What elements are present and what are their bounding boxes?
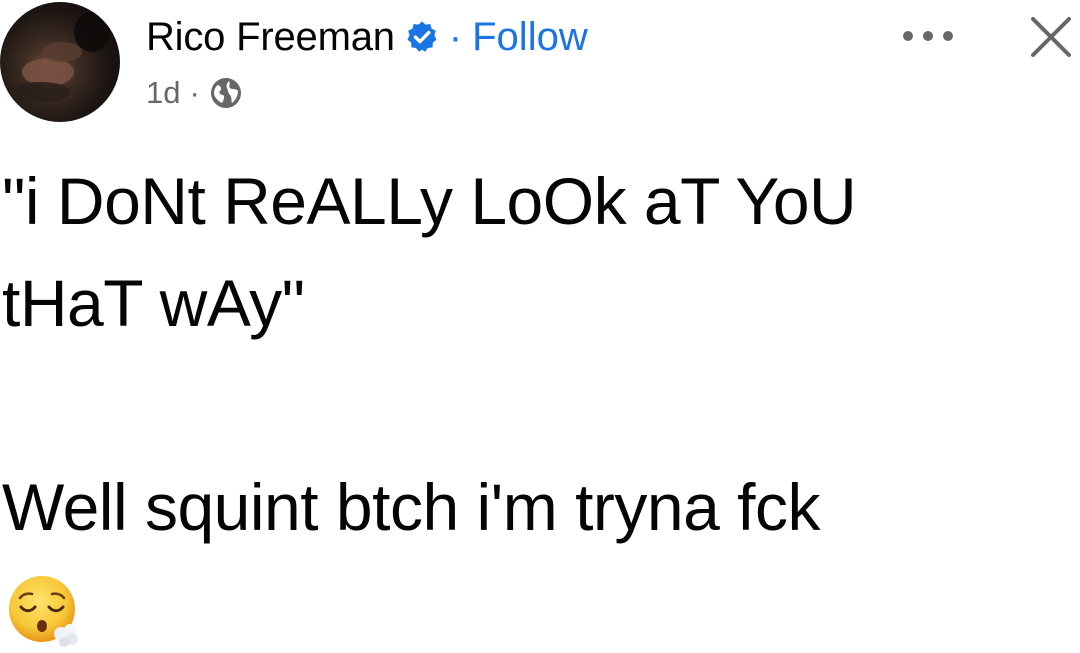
verified-badge-icon [405,20,439,54]
avatar[interactable] [0,2,120,122]
post-text-line: "i DoNt ReALLy LoOk aT YoU [2,164,857,238]
post-header: Rico Freeman · Follow 1d · [0,0,1080,130]
meta-separator: · [189,75,200,110]
follow-button[interactable]: Follow [472,15,588,60]
close-icon[interactable] [1026,12,1076,62]
post-text-line: tHaT wAy" [2,266,305,340]
author-name[interactable]: Rico Freeman [146,15,395,60]
globe-icon[interactable] [209,76,243,110]
post-text: "i DoNt ReALLy LoOk aT YoU tHaT wAy" Wel… [2,150,1072,558]
face-exhaling-emoji [6,572,82,648]
follow-separator: · [448,14,463,59]
post-meta: 1d · [146,72,243,114]
post-text-line: Well squint btch i'm tryna fck [2,470,821,544]
post-timestamp[interactable]: 1d [146,75,180,111]
post-text-spacer [2,354,1072,456]
more-horizontal-icon[interactable] [896,18,960,54]
avatar-photo [10,12,110,102]
author-row: Rico Freeman · Follow [146,14,588,60]
